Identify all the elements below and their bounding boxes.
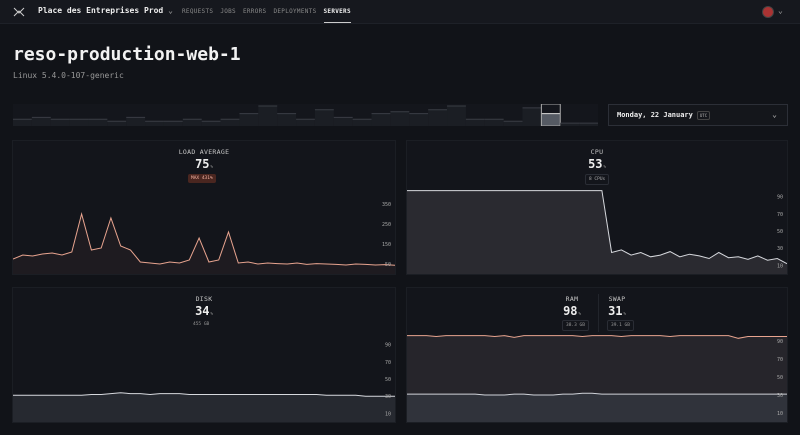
y-tick-label: 90: [777, 339, 783, 345]
day-bar[interactable]: [314, 109, 334, 126]
day-bar[interactable]: [541, 113, 561, 126]
memory-chart: 10 30 50 70 90: [407, 335, 787, 422]
chevron-down-icon[interactable]: ⌄: [778, 6, 783, 15]
panel-title: DISK: [195, 295, 213, 303]
day-bar[interactable]: [522, 107, 542, 126]
cpu-count-badge: 8 CPUs: [585, 174, 610, 185]
top-nav: Place des Entreprises Prod ⌄ REQUESTS JOB…: [0, 0, 800, 24]
day-bar[interactable]: [277, 113, 297, 126]
swap-value: 31%: [608, 304, 626, 318]
day-bar[interactable]: [447, 106, 466, 126]
tab-jobs[interactable]: JOBS: [220, 8, 236, 23]
y-tick-label: 30: [777, 393, 783, 399]
day-bar[interactable]: [201, 121, 221, 126]
day-bar[interactable]: [390, 111, 410, 126]
y-tick-label: 50: [385, 262, 391, 268]
series-area: [407, 190, 787, 274]
day-selector-chart[interactable]: [13, 104, 598, 126]
date-picker[interactable]: Monday, 22 January UTC ⌄: [608, 104, 788, 126]
disk-size: 455 GB: [193, 322, 210, 327]
page-title: reso-production-web-1: [13, 44, 241, 65]
chevron-down-icon: ⌄: [168, 6, 173, 15]
date-label: Monday, 22 January: [617, 111, 693, 119]
cpu-panel: CPU 53% 8 CPUs 10 30 50 70 90: [406, 140, 788, 275]
series-area: [407, 393, 787, 422]
disk-panel: DISK 34% 455 GB 10 30 50 70 90: [12, 287, 396, 423]
cpu-chart: 10 30 50 70 90: [407, 190, 787, 274]
day-bar[interactable]: [484, 119, 504, 126]
project-selector[interactable]: Place des Entreprises Prod ⌄: [38, 6, 173, 15]
day-bar[interactable]: [163, 121, 183, 126]
timezone-badge: UTC: [696, 110, 711, 120]
day-bar[interactable]: [88, 119, 108, 126]
series-area: [13, 214, 395, 274]
y-tick-label: 10: [385, 411, 391, 417]
project-name: Place des Entreprises Prod: [38, 6, 164, 15]
y-tick-label: 50: [777, 375, 783, 381]
day-bar[interactable]: [333, 117, 353, 126]
day-bar[interactable]: [13, 119, 32, 126]
day-bar[interactable]: [352, 119, 372, 126]
nav-links: REQUESTS JOBS ERRORS DEPLOYMENTS SERVERS: [182, 8, 351, 23]
day-bar[interactable]: [69, 119, 89, 126]
y-tick-label: 30: [777, 246, 783, 252]
panel-value: 34%: [195, 304, 213, 318]
y-tick-label: 90: [385, 343, 391, 349]
day-bar[interactable]: [107, 121, 127, 126]
logo-icon[interactable]: [13, 6, 25, 18]
server-os: Linux 5.4.0-107-generic: [13, 71, 124, 80]
max-badge: MAX 431%: [188, 174, 216, 183]
y-tick-label: 350: [382, 202, 391, 208]
panel-title: CPU: [590, 148, 604, 156]
tab-errors[interactable]: ERRORS: [243, 8, 266, 23]
day-bar[interactable]: [31, 117, 51, 126]
day-bar[interactable]: [428, 109, 448, 126]
panel-value: 75%: [195, 157, 213, 171]
disk-chart: 10 30 50 70 90: [13, 343, 395, 422]
y-tick-label: 70: [777, 357, 783, 363]
tab-deployments[interactable]: DEPLOYMENTS: [273, 8, 316, 23]
day-bar[interactable]: [50, 119, 70, 126]
y-tick-label: 30: [385, 394, 391, 400]
y-tick-label: 70: [777, 212, 783, 218]
y-tick-label: 90: [777, 195, 783, 201]
day-bar[interactable]: [239, 113, 259, 126]
y-tick-label: 50: [385, 377, 391, 383]
day-bar[interactable]: [465, 119, 485, 126]
avatar[interactable]: [762, 6, 774, 18]
day-bar[interactable]: [409, 113, 429, 126]
day-bar[interactable]: [182, 119, 202, 126]
y-tick-label: 50: [777, 229, 783, 235]
ram-size: 38.3 GB: [562, 320, 589, 331]
day-bar[interactable]: [126, 117, 146, 126]
y-tick-label: 70: [385, 360, 391, 366]
memory-panel: RAM 98% 38.3 GB SWAP 31% 39.1 GB 10 30 50 7…: [406, 287, 788, 423]
load-average-panel: LOAD AVERAGE 75% MAX 431% 50 150 250 350: [12, 140, 396, 275]
series-area: [13, 392, 395, 422]
tab-requests[interactable]: REQUESTS: [182, 8, 213, 23]
panel-value: 53%: [588, 157, 606, 171]
day-bar[interactable]: [296, 119, 315, 126]
y-tick-label: 250: [382, 222, 391, 228]
day-bar[interactable]: [258, 106, 278, 126]
day-bar[interactable]: [145, 121, 164, 126]
chevron-down-icon: ⌄: [772, 110, 777, 119]
y-tick-label: 10: [777, 411, 783, 417]
y-tick-label: 150: [382, 242, 391, 248]
day-bar[interactable]: [503, 121, 523, 126]
swap-size: 39.1 GB: [607, 320, 634, 331]
day-bar[interactable]: [371, 113, 391, 126]
y-tick-label: 10: [777, 263, 783, 269]
load-chart: 50 150 250 350: [13, 202, 395, 274]
day-bar[interactable]: [220, 119, 240, 126]
panel-title: SWAP: [608, 295, 626, 303]
tab-servers[interactable]: SERVERS: [323, 8, 351, 23]
panel-title: LOAD AVERAGE: [178, 148, 230, 156]
